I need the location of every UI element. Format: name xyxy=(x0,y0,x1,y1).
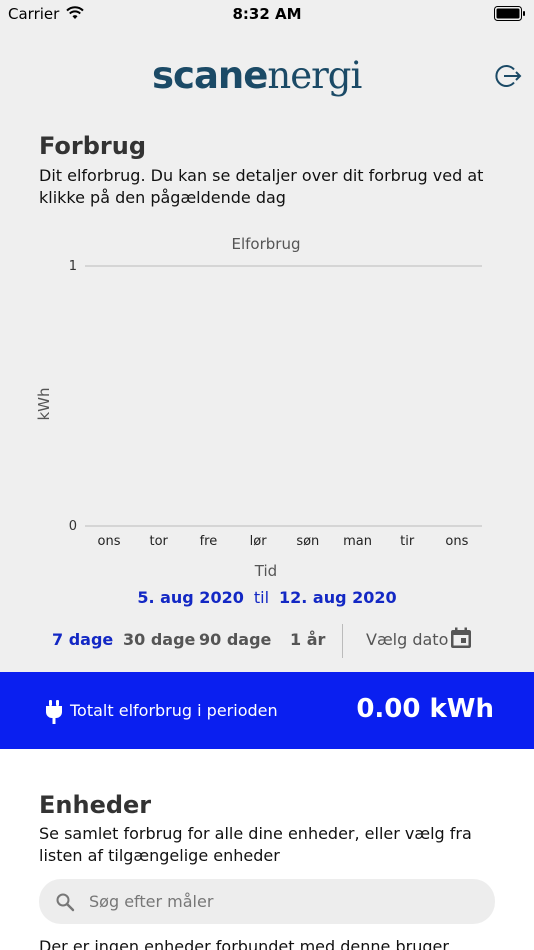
chart-x-tick-label[interactable]: lør xyxy=(250,534,268,549)
chart-x-tick-label[interactable]: ons xyxy=(98,534,121,549)
app-header: scanenergi xyxy=(0,50,534,105)
consumption-description: Dit elforbrug. Du kan se detaljer over d… xyxy=(39,166,484,207)
chart-x-tick-label[interactable]: tir xyxy=(400,534,415,549)
total-consumption-banner: Totalt elforbrug i perioden 0.00 kWh xyxy=(0,672,534,749)
calendar-icon[interactable] xyxy=(449,626,473,650)
chart-x-tick-label[interactable]: ons xyxy=(445,534,468,549)
chart-x-tick-label[interactable]: søn xyxy=(296,534,319,549)
period-divider xyxy=(342,624,343,658)
period-90-days-button[interactable]: 90 dage xyxy=(199,630,271,649)
total-consumption-value: 0.00 kWh xyxy=(356,694,494,724)
chart-title: Elforbrug xyxy=(232,235,301,253)
period-30-days-button[interactable]: 30 dage xyxy=(123,630,195,649)
status-bar: Carrier 8:32 AM xyxy=(0,0,534,28)
search-icon xyxy=(56,893,75,912)
period-7-days-button[interactable]: 7 dage xyxy=(52,630,113,649)
chart-y-axis-label: kWh xyxy=(35,387,53,420)
chart-x-tick-label[interactable]: fre xyxy=(200,534,218,549)
chart-y-tick-label: 1 xyxy=(69,259,77,274)
plug-icon xyxy=(46,700,62,724)
range-end-date[interactable]: 12. aug 2020 xyxy=(279,588,397,607)
devices-description: Se samlet forbrug for alle dine enheder,… xyxy=(39,824,472,865)
scanenergi-logo: scanenergi xyxy=(152,54,362,97)
total-consumption-label: Totalt elforbrug i perioden xyxy=(70,701,278,720)
chart-x-tick-label[interactable]: tor xyxy=(149,534,168,549)
logout-icon[interactable] xyxy=(494,62,522,90)
consumption-chart[interactable]: Elforbrug 0 1 ons tor fre lør søn man tir ons kW… xyxy=(30,228,500,588)
period-selector: 7 dage 30 dage 90 dage 1 år Vælg dato xyxy=(0,622,534,658)
range-start-date[interactable]: 5. aug 2020 xyxy=(137,588,244,607)
date-range: 5. aug 2020 til 12. aug 2020 xyxy=(0,588,534,607)
chart-y-tick-label: 0 xyxy=(69,519,77,534)
period-1-year-button[interactable]: 1 år xyxy=(290,630,325,649)
choose-date-button[interactable]: Vælg dato xyxy=(366,630,448,649)
chart-x-tick-label[interactable]: man xyxy=(343,534,372,549)
no-devices-message: Der er ingen enheder forbundet med denne… xyxy=(39,937,449,950)
clock: 8:32 AM xyxy=(232,5,302,23)
devices-section: Enheder Se samlet forbrug for alle dine … xyxy=(0,749,534,950)
consumption-title: Forbrug xyxy=(39,132,147,160)
meter-search[interactable] xyxy=(39,879,495,924)
battery-icon xyxy=(494,6,525,21)
devices-title: Enheder xyxy=(39,791,152,819)
chart-x-axis-label: Tid xyxy=(254,562,277,580)
meter-search-input[interactable] xyxy=(89,879,479,924)
range-separator: til xyxy=(253,588,270,607)
